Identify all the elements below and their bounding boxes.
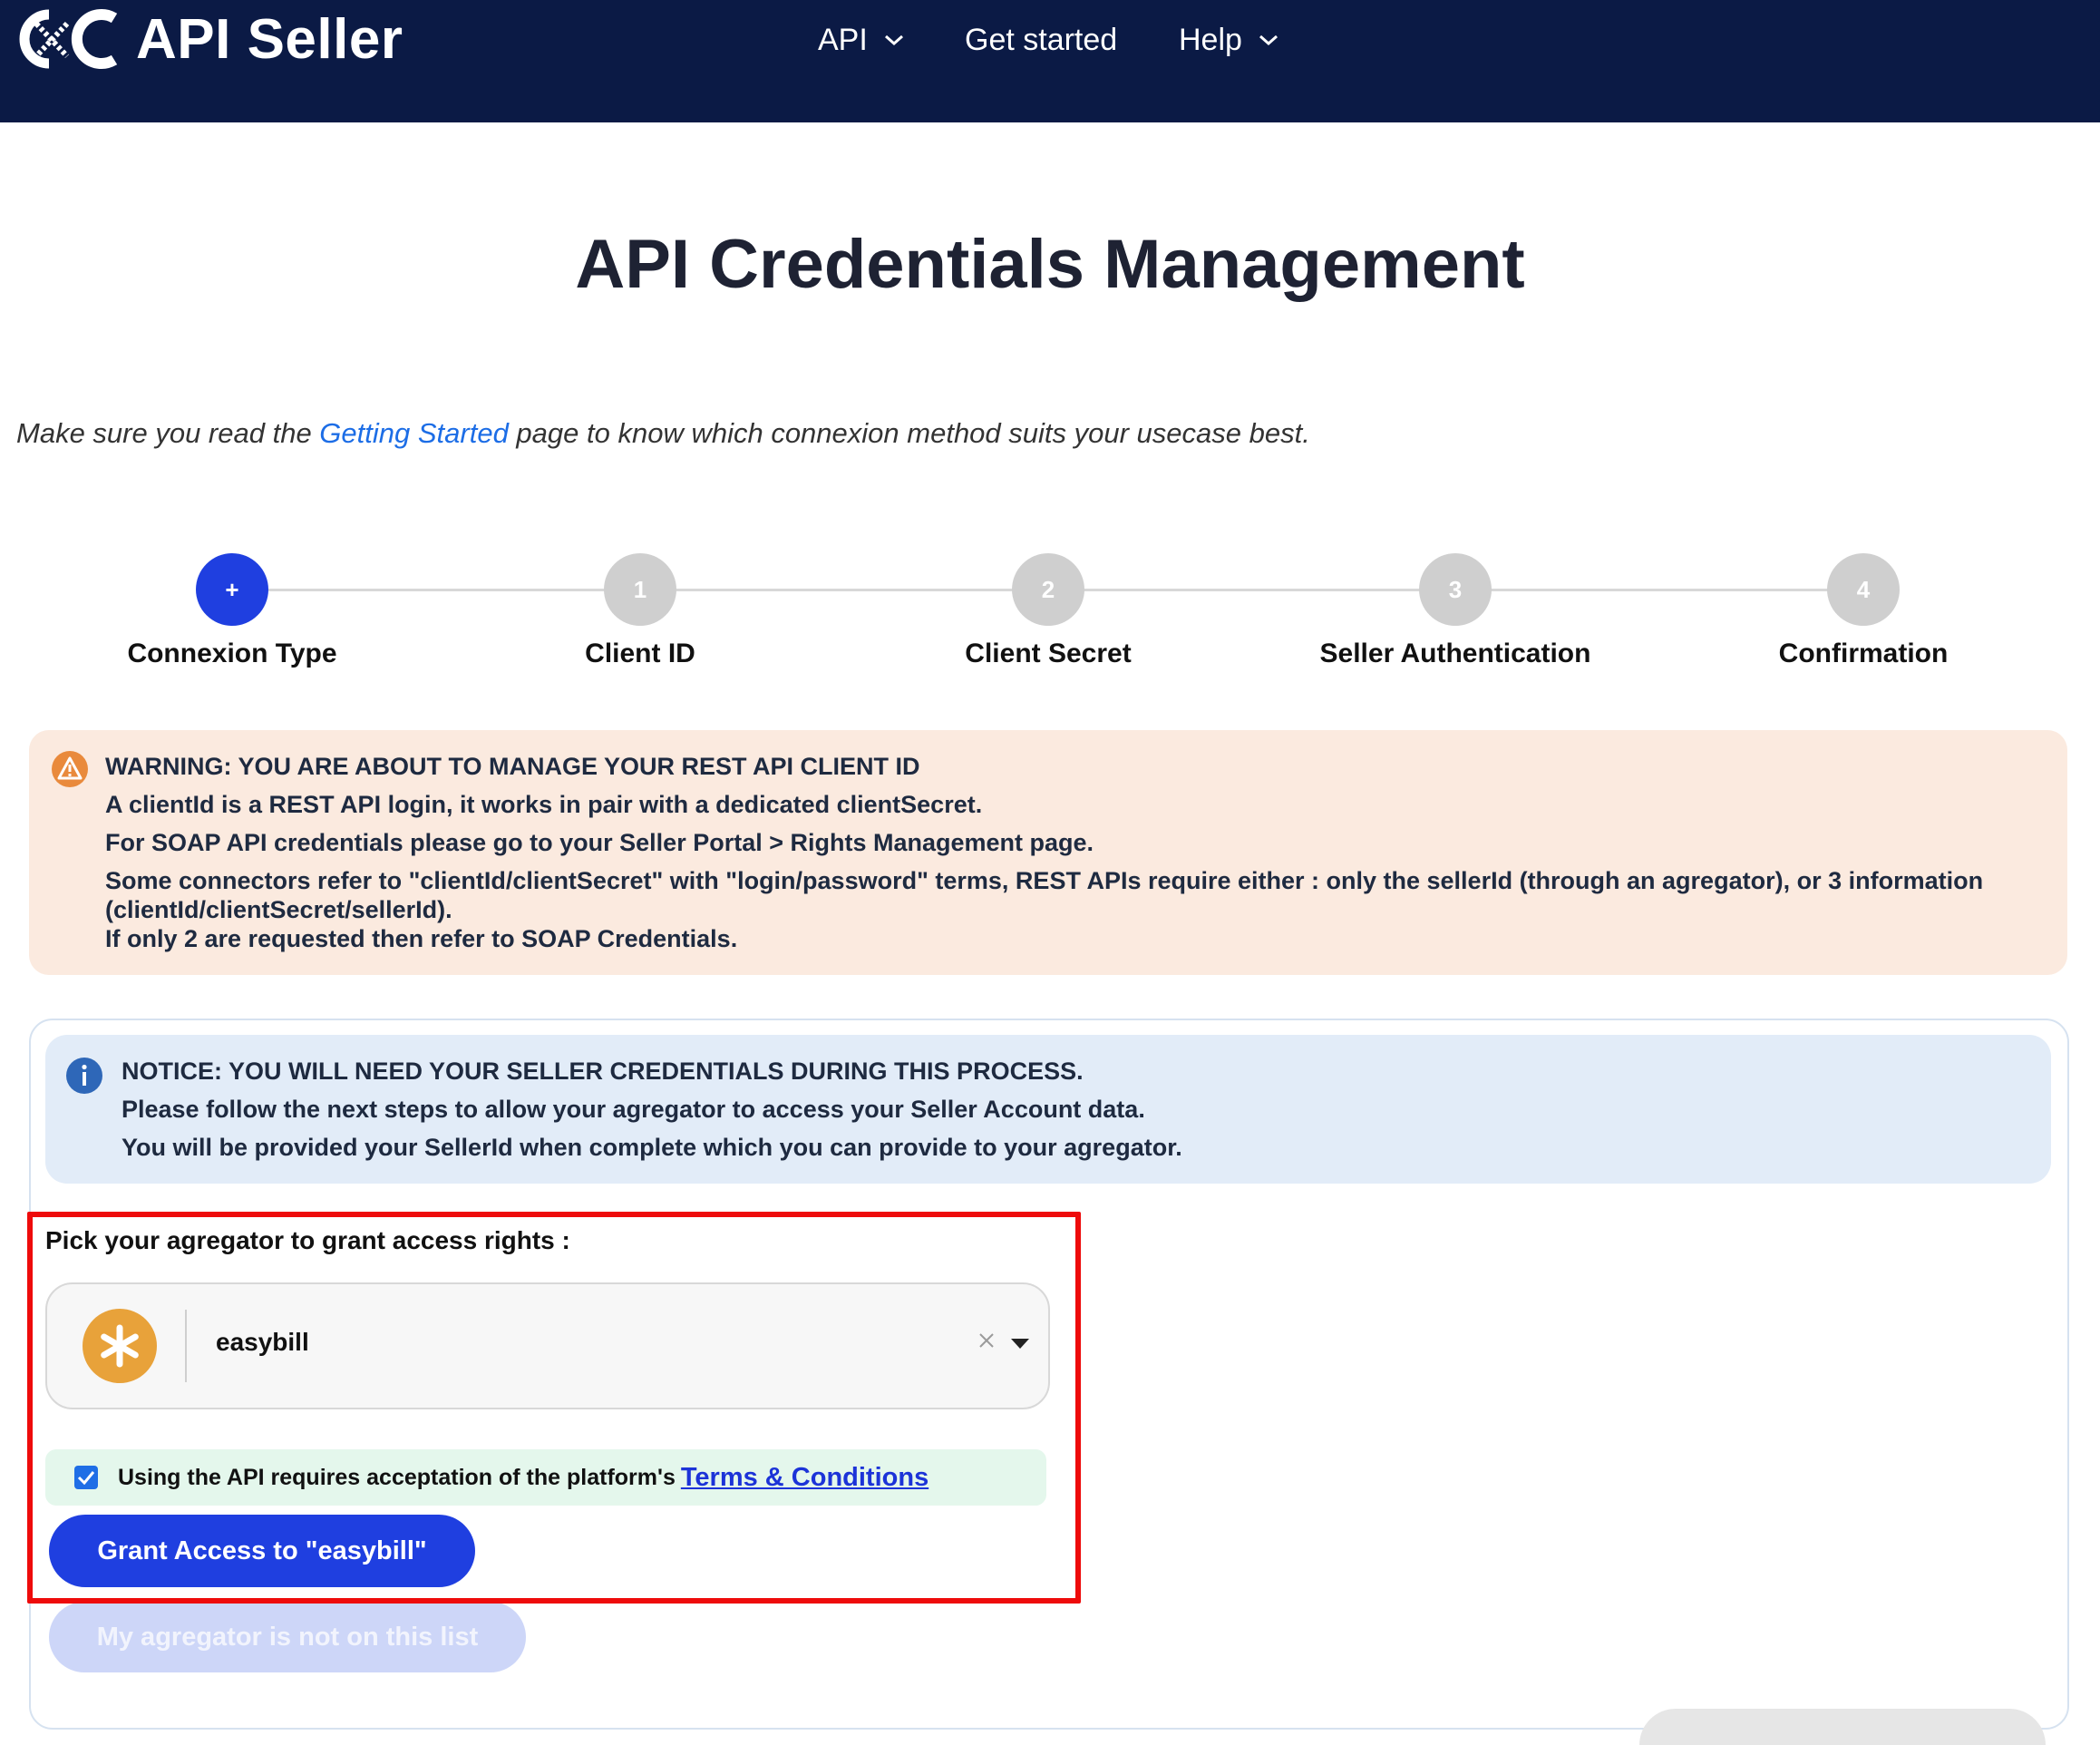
terms-conditions-link[interactable]: Terms & Conditions	[681, 1463, 928, 1493]
nav-api-menu[interactable]: API	[818, 20, 904, 60]
warning-line: A clientId is a REST API login, it works…	[105, 791, 983, 818]
step-badge: 1	[604, 553, 676, 626]
warning-line: For SOAP API credentials please go to yo…	[105, 829, 1094, 856]
aggregator-picker-label: Pick your agregator to grant access righ…	[45, 1226, 570, 1254]
nav-get-started-label: Get started	[965, 22, 1118, 57]
nav-help-menu[interactable]: Help	[1179, 20, 1278, 60]
easybill-logo-icon	[83, 1309, 157, 1383]
notice-line: Please follow the next steps to allow yo…	[122, 1096, 1145, 1123]
intro-text: Make sure you read the Getting Started p…	[16, 417, 1310, 450]
getting-started-link[interactable]: Getting Started	[319, 417, 509, 449]
brand-name: API Seller	[136, 7, 403, 71]
checkmark-icon	[77, 1471, 95, 1485]
step-seller-authentication: 3 Seller Authentication	[1292, 553, 1619, 669]
selected-aggregator: easybill	[216, 1328, 309, 1356]
step-connexion-type: + Connexion Type	[69, 553, 395, 669]
dropdown-caret-icon[interactable]	[1010, 1337, 1030, 1350]
chevron-down-icon	[1259, 34, 1278, 46]
terms-text: Using the API requires acceptation of th…	[118, 1464, 676, 1490]
warning-alert: WARNING: YOU ARE ABOUT TO MANAGE YOUR RE…	[29, 730, 2067, 975]
step-badge: 2	[1012, 553, 1084, 626]
step-client-id: 1 Client ID	[477, 553, 803, 669]
step-label: Connexion Type	[127, 639, 337, 668]
select-divider	[185, 1310, 187, 1382]
grant-access-button[interactable]: Grant Access to "easybill"	[49, 1515, 475, 1587]
intro-text-after: page to know which connexion method suit…	[508, 417, 1310, 449]
step-label: Client ID	[585, 639, 695, 668]
brand-logo-icon	[19, 9, 118, 69]
nav-get-started[interactable]: Get started	[965, 20, 1117, 60]
clear-selection-icon[interactable]	[977, 1331, 996, 1350]
nav-api-label: API	[818, 22, 868, 57]
chevron-down-icon	[884, 34, 903, 46]
info-icon	[66, 1058, 102, 1094]
brand[interactable]: API Seller	[13, 7, 403, 71]
top-navbar: API Seller API Get started Help	[0, 0, 2100, 122]
terms-acceptance-row: Using the API requires acceptation of th…	[45, 1449, 1046, 1506]
terms-checkbox[interactable]	[74, 1466, 98, 1489]
progress-stepper: + Connexion Type 1 Client ID 2 Client Se…	[0, 553, 2100, 680]
step-label: Client Secret	[965, 639, 1132, 668]
warning-triangle-icon	[52, 751, 88, 787]
step-badge: 3	[1419, 553, 1492, 626]
step-label: Confirmation	[1778, 639, 1949, 668]
intro-text-before: Make sure you read the	[16, 417, 320, 449]
step-badge: 4	[1827, 553, 1900, 626]
notice-alert: NOTICE: YOU WILL NEED YOUR SELLER CREDEN…	[45, 1035, 2051, 1184]
step-confirmation: 4 Confirmation	[1700, 553, 2027, 669]
warning-heading: WARNING: YOU ARE ABOUT TO MANAGE YOUR RE…	[105, 753, 920, 780]
notice-line: You will be provided your SellerId when …	[122, 1134, 1182, 1161]
page-title: API Credentials Management	[575, 226, 1525, 303]
warning-line: Some connectors refer to "clientId/clien…	[105, 867, 1984, 923]
warning-line: If only 2 are requested then refer to SO…	[105, 925, 738, 952]
nav-help-label: Help	[1179, 22, 1242, 57]
next-button-partial	[1639, 1709, 2046, 1745]
step-client-secret: 2 Client Secret	[885, 553, 1211, 669]
step-label: Seller Authentication	[1319, 639, 1591, 668]
step-badge: +	[196, 553, 268, 626]
aggregator-select[interactable]: easybill	[45, 1282, 1050, 1409]
aggregator-not-listed-button: My agregator is not on this list	[49, 1602, 526, 1672]
notice-heading: NOTICE: YOU WILL NEED YOUR SELLER CREDEN…	[122, 1058, 1084, 1085]
